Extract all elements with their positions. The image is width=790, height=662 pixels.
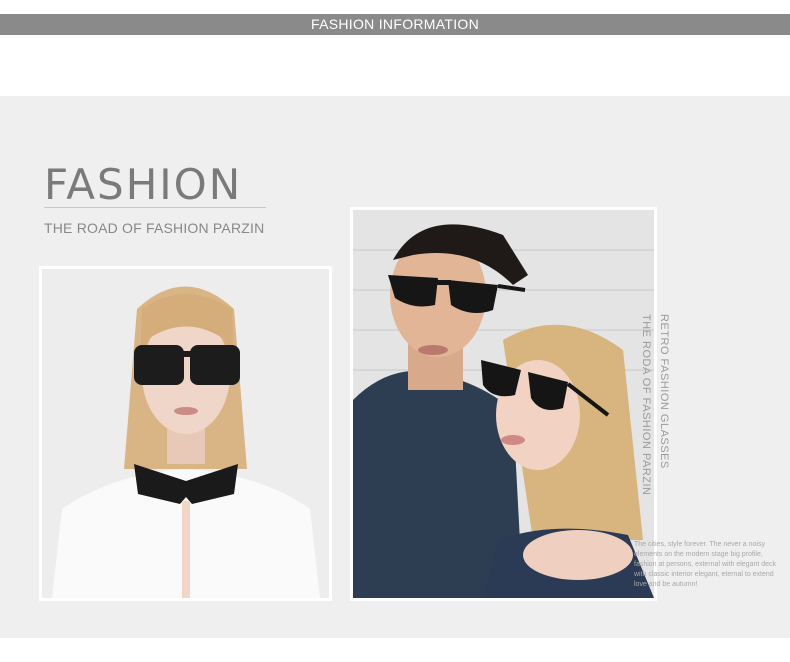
side-text-roda-of-fashion: THE RODA OF FASHION PARZIN [640,314,652,496]
title-divider [44,207,266,208]
description-blurb: The cities, style forever. The never a n… [634,541,777,588]
photo-woman-square-sunglasses [39,266,332,601]
top-banner: FASHION INFORMATION [0,14,790,35]
banner-title: FASHION INFORMATION [311,16,479,32]
brand-subtitle: THE ROAD OF FASHION PARZIN [44,220,265,236]
brand-title: FASHION [44,160,243,209]
woman-portrait-image [42,269,329,598]
couple-portrait-image [353,210,654,598]
side-text-retro-fashion-glasses: RETRO FASHION GLASSES [658,314,670,469]
photo-couple-retro-sunglasses [350,207,657,601]
